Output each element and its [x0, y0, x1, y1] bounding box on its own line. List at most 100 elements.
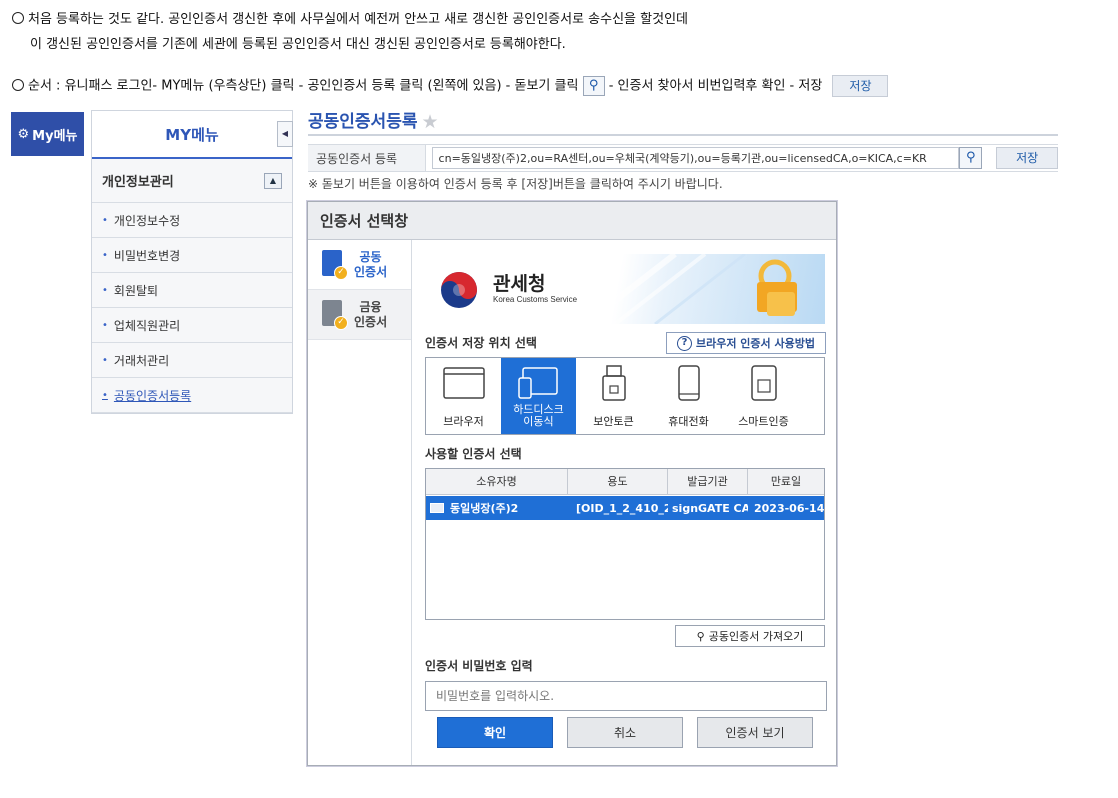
search-button[interactable]: ⚲	[959, 147, 983, 169]
check-badge-icon: ✓	[334, 315, 348, 330]
view-cert-button[interactable]: 인증서 보기	[697, 717, 813, 748]
customs-banner: 관세청 Korea Customs Service	[425, 254, 825, 324]
storage-option-label: 보안토큰	[593, 415, 634, 428]
sidebar-item-change-password[interactable]: • 비밀번호변경	[92, 238, 292, 273]
title-divider	[308, 134, 1058, 136]
sidebar-item-label: 공동인증서등록	[113, 388, 192, 403]
import-cert-button[interactable]: ⚲ 공동인증서 가져오기	[675, 625, 825, 647]
table-row[interactable]: 동일냉장(주)2 [OID_1_2_410_2... signGATE CA5 …	[426, 496, 824, 520]
my-menu-label: My메뉴	[32, 128, 78, 144]
cell-owner-text: 동일냉장(주)2	[450, 502, 519, 515]
storage-option-label: 스마트인증	[738, 415, 789, 428]
col-issuer[interactable]: 발급기관	[668, 469, 748, 494]
sidebar-item-cert-register[interactable]: • 공동인증서등록	[92, 378, 292, 413]
search-icon: ⚲	[582, 76, 605, 96]
storage-options: 브라우저 하드디스크 이동식 보안토큰 휴대전화 스마트인증	[425, 357, 825, 435]
cert-type-tabs: ✓ 공동 인증서 ✓ 금융 인증서	[308, 240, 412, 765]
tab-label-line1: 금융	[359, 299, 382, 314]
star-icon[interactable]: ★	[421, 111, 438, 133]
search-icon: ⚲	[966, 150, 976, 165]
tab-financial-cert[interactable]: ✓ 금융 인증서	[308, 290, 411, 340]
cert-select-dialog: 인증서 선택창 ✓ 공동 인증서 ✓ 금융 인증서 관세청 Korea Cust…	[307, 201, 837, 766]
col-owner[interactable]: 소유자명	[426, 469, 568, 494]
circle-bullet-icon	[12, 78, 24, 91]
page-title: 공동인증서등록 ★	[308, 107, 439, 133]
circle-bullet-icon	[12, 12, 24, 24]
cert-table-header: 소유자명 용도 발급기관 만료일	[426, 469, 824, 495]
cell-issuer: signGATE CA5	[672, 501, 748, 515]
tab-joint-cert[interactable]: ✓ 공동 인증서	[308, 240, 411, 290]
korea-gov-logo-icon	[441, 272, 477, 308]
note-line-1: 처음 등록하는 것도 같다. 공인인증서 갱신한 후에 사무실에서 예전꺼 안쓰…	[12, 11, 688, 29]
sidebar-item-staff[interactable]: • 업체직원관리	[92, 308, 292, 343]
smart-cert-icon	[750, 365, 777, 401]
storage-option-label: 하드디스크 이동식	[513, 403, 564, 428]
sidebar-item-edit-info[interactable]: • 개인정보수정	[92, 203, 292, 238]
sidebar-item-partners[interactable]: • 거래처관리	[92, 343, 292, 378]
tab-label-line2: 인증서	[354, 264, 388, 279]
sidebar-title: MY메뉴 ◀	[92, 111, 293, 159]
banner-agency-name: 관세청	[493, 273, 546, 295]
sidebar-item-label: 거래처관리	[113, 353, 170, 368]
joint-cert-icon: ✓	[322, 249, 348, 280]
storage-label: 인증서 저장 위치 선택	[425, 336, 537, 350]
sidebar-group-label: 개인정보관리	[102, 175, 174, 190]
tab-financial-cert-label: 금융 인증서	[354, 300, 387, 330]
financial-cert-icon: ✓	[322, 299, 348, 330]
storage-harddisk[interactable]: 하드디스크 이동식	[501, 358, 576, 434]
sidebar-title-text: MY메뉴	[165, 125, 219, 144]
note-line-3: 순서 : 유니패스 로그인- MY메뉴 (우측상단) 클릭 - 공인인증서 등록…	[12, 75, 889, 97]
tab-joint-cert-label: 공동 인증서	[354, 250, 387, 280]
note-line-1-text: 처음 등록하는 것도 같다. 공인인증서 갱신한 후에 사무실에서 예전꺼 안쓰…	[28, 12, 688, 27]
collapse-sidebar-button[interactable]: ◀	[277, 121, 293, 147]
bullet-icon: •	[102, 249, 108, 261]
storage-mobile-phone[interactable]: 휴대전화	[651, 358, 726, 434]
register-hint: ※ 돋보기 버튼을 이용하여 인증서 등록 후 [저장]버튼을 클릭하여 주시기…	[308, 177, 723, 191]
banner-agency-sub: Korea Customs Service	[493, 295, 578, 304]
note-line-2: 이 갱신된 공인인증서를 기존에 세관에 등록된 공인인증서 대신 갱신된 공인…	[30, 37, 566, 52]
sidebar-item-withdraw[interactable]: • 회원탈퇴	[92, 273, 292, 308]
sidebar-item-label: 비밀번호변경	[113, 248, 181, 263]
bullet-icon: •	[102, 319, 108, 331]
cert-register-row: 공동인증서 등록 cn=동일냉장(주)2,ou=RA센터,ou=우체국(계약등기…	[308, 144, 1058, 172]
cert-table: 소유자명 용도 발급기관 만료일 동일냉장(주)2 [OID_1_2_410_2…	[425, 468, 825, 620]
storage-smart-cert[interactable]: 스마트인증	[726, 358, 801, 434]
password-label: 인증서 비밀번호 입력	[425, 659, 533, 673]
ok-button[interactable]: 확인	[437, 717, 553, 748]
note-line-3-suffix: - 인증서 찾아서 비번입력후 확인 - 저장	[604, 78, 823, 94]
sidebar: MY메뉴 ◀ 개인정보관리 ▲ • 개인정보수정 • 비밀번호변경 • 회원탈퇴 • 업…	[91, 110, 293, 414]
import-cert-label: 공동인증서 가져오기	[708, 630, 804, 643]
security-token-icon	[601, 365, 626, 401]
storage-option-label: 브라우저	[443, 415, 484, 428]
password-input[interactable]	[425, 681, 827, 711]
col-usage[interactable]: 용도	[568, 469, 668, 494]
col-expiry[interactable]: 만료일	[748, 469, 824, 494]
bullet-icon: •	[102, 284, 108, 296]
cancel-button[interactable]: 취소	[567, 717, 683, 748]
gear-icon: ⚙	[17, 126, 30, 142]
page-title-text: 공동인증서등록	[308, 112, 418, 132]
chevron-up-icon[interactable]: ▲	[264, 172, 282, 189]
my-menu-button[interactable]: ⚙ My메뉴	[11, 112, 84, 156]
browser-cert-help-button[interactable]: ? 브라우저 인증서 사용방법	[666, 332, 826, 354]
sidebar-item-label: 개인정보수정	[113, 213, 181, 228]
check-badge-icon: ✓	[334, 265, 348, 280]
cert-dn-field[interactable]: cn=동일냉장(주)2,ou=RA센터,ou=우체국(계약등기),ou=등록기관…	[431, 147, 960, 169]
cert-list-label: 사용할 인증서 선택	[425, 447, 522, 461]
storage-security-token[interactable]: 보안토큰	[576, 358, 651, 434]
cell-expiry: 2023-06-14	[754, 501, 824, 515]
storage-option-label: 휴대전화	[668, 415, 709, 428]
save-button-illustration: 저장	[832, 75, 889, 97]
sidebar-group-personal-info[interactable]: 개인정보관리 ▲	[92, 159, 292, 203]
storage-browser[interactable]: 브라우저	[426, 358, 501, 434]
bullet-icon: •	[102, 354, 108, 366]
browser-icon	[442, 367, 485, 399]
tab-label-line2: 인증서	[354, 314, 388, 329]
sidebar-item-label: 회원탈퇴	[113, 283, 159, 298]
search-icon: ⚲	[696, 629, 705, 643]
question-icon: ?	[677, 335, 692, 351]
mobile-phone-icon	[677, 365, 700, 401]
save-button[interactable]: 저장	[996, 147, 1058, 169]
tab-label-line1: 공동	[359, 249, 382, 264]
bullet-icon: •	[102, 389, 108, 401]
